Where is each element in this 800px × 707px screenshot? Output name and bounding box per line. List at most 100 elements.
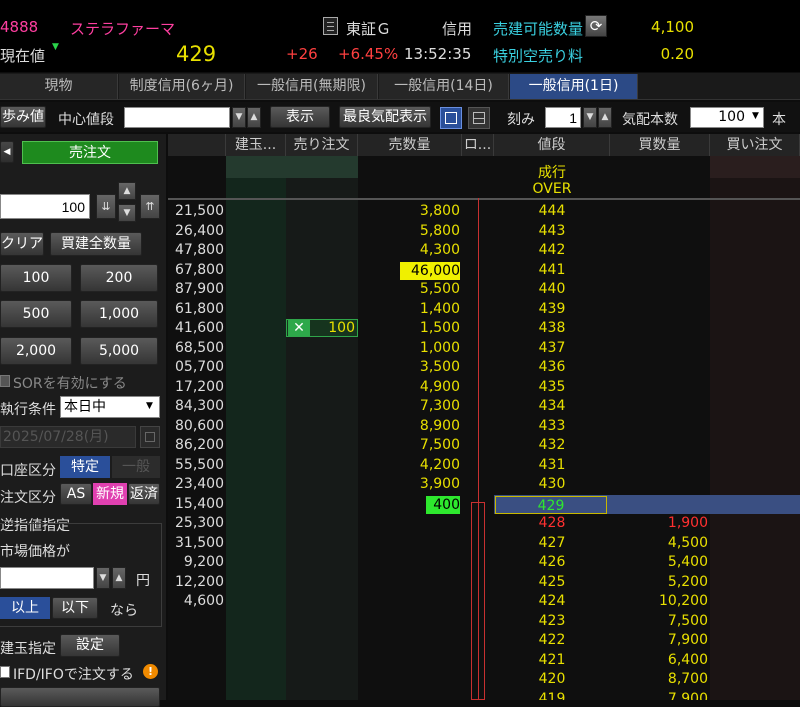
bid-row[interactable]: 25,300 428 1,900 <box>168 514 800 534</box>
ask-row[interactable]: 26,400 5,800 443 <box>168 222 800 242</box>
ask-row[interactable]: 80,600 8,900 433 <box>168 417 800 437</box>
price-cell: 430 <box>538 476 566 492</box>
tab-genbutsu[interactable]: 現物 <box>0 74 118 99</box>
bid-row[interactable]: 421 6,400 <box>168 651 800 671</box>
market-price-label: 市場価格が <box>0 544 70 560</box>
tab-ippan-1d[interactable]: 一般信用(1日) <box>510 74 638 99</box>
chevron-down-icon[interactable]: ▼ <box>583 107 597 128</box>
bid-row[interactable]: 422 7,900 <box>168 631 800 651</box>
account-ippan-button[interactable]: 一般 <box>112 456 160 478</box>
order-new-button[interactable]: 新規 <box>93 483 127 505</box>
ask-row[interactable]: 67,800 46,000 441 <box>168 261 800 281</box>
ask-row[interactable]: 23,400 3,900 430 <box>168 475 800 495</box>
col-header-price: 値段 <box>494 134 610 156</box>
ask-row[interactable]: 47,800 4,300 442 <box>168 241 800 261</box>
tick-input[interactable] <box>545 107 581 128</box>
buy-all-qty-button[interactable]: 買建全数量 <box>50 232 142 256</box>
ask-row[interactable]: 21,500 3,800 444 <box>168 202 800 222</box>
exec-condition-select[interactable]: 本日中 <box>60 396 160 418</box>
qty-200-button[interactable]: 200 <box>80 264 158 292</box>
bid-row[interactable]: 423 7,500 <box>168 612 800 632</box>
chevron-up-icon[interactable]: ▲ <box>118 182 136 200</box>
ask-row[interactable]: 15,400 400 429 <box>168 494 800 514</box>
ask-row[interactable]: 41,600 ✕ 100 1,500 438 <box>168 319 800 339</box>
tab-ippan-unlimited[interactable]: 一般信用(無期限) <box>246 74 378 99</box>
order-close-button[interactable]: 返済 <box>128 483 160 505</box>
ask-row[interactable]: 05,700 3,500 436 <box>168 358 800 378</box>
price-time: 13:52:35 <box>404 45 472 63</box>
ifd-checkbox[interactable] <box>0 666 10 678</box>
bid-row[interactable]: 420 8,700 <box>168 670 800 690</box>
clear-button[interactable]: クリア <box>0 232 44 256</box>
step-value-button[interactable]: 歩み値 <box>0 106 46 128</box>
price-cell: 438 <box>538 320 566 336</box>
qty-100-button[interactable]: 100 <box>0 264 72 292</box>
position-cell <box>168 612 224 632</box>
double-down-icon[interactable]: ⇊ <box>96 194 116 219</box>
best-quote-button[interactable]: 最良気配表示 <box>339 106 431 128</box>
center-price-input[interactable] <box>124 107 230 128</box>
bid-row[interactable]: 9,200 426 5,400 <box>168 553 800 573</box>
chevron-up-icon[interactable]: ▲ <box>112 567 126 589</box>
chevron-up-icon[interactable]: ▲ <box>247 107 261 128</box>
stock-name[interactable]: ステラファーマ <box>70 18 175 39</box>
date-select[interactable]: 2025/07/28(月) <box>0 426 136 448</box>
bid-row[interactable]: 31,500 427 4,500 <box>168 534 800 554</box>
sor-label: SORを有効にする <box>13 376 127 392</box>
buy-qty-cell: 8,700 <box>667 671 708 687</box>
tab-seido-6m[interactable]: 制度信用(6ヶ月) <box>119 74 245 99</box>
ask-row[interactable]: 55,500 4,200 431 <box>168 456 800 476</box>
chevron-up-icon[interactable]: ▲ <box>598 107 612 128</box>
price-change: +26 <box>286 45 318 63</box>
ask-row[interactable]: 17,200 4,900 435 <box>168 378 800 398</box>
display-button[interactable]: 表示 <box>270 106 330 128</box>
qty-500-button[interactable]: 500 <box>0 300 72 328</box>
double-up-icon[interactable]: ⇈ <box>140 194 160 219</box>
split-view-icon[interactable] <box>468 107 490 129</box>
above-button[interactable]: 以上 <box>0 597 50 619</box>
quantity-input[interactable] <box>0 194 90 219</box>
over-separator <box>168 198 800 200</box>
bid-row[interactable]: 12,200 425 5,200 <box>168 573 800 593</box>
setting-button[interactable]: 設定 <box>60 634 120 657</box>
position-cell: 26,400 <box>175 222 224 239</box>
price-cell: 425 <box>538 573 566 590</box>
single-view-icon[interactable] <box>440 107 462 129</box>
refresh-icon[interactable]: ⟳ <box>585 15 607 37</box>
chevron-down-icon[interactable]: ▼ <box>118 204 136 222</box>
sell-order-button[interactable]: 売注文 <box>22 141 158 164</box>
sor-checkbox[interactable] <box>0 375 10 387</box>
cancel-icon: ✕ <box>288 320 310 336</box>
stock-header: 4888 ステラファーマ 現在値 ▼ 429 +26 +6.45% 13:52:… <box>0 0 800 72</box>
price-cell: 426 <box>538 554 566 570</box>
qty-5000-button[interactable]: 5,000 <box>80 337 158 365</box>
bid-row[interactable]: 419 7,900 <box>168 690 800 701</box>
tick-label: 刻み <box>507 112 535 128</box>
chevron-down-icon[interactable]: ▼ <box>232 107 246 128</box>
order-as-button[interactable]: AS <box>60 483 92 505</box>
order-book: 建玉... 売り注文 売数量 ロ... 値段 買数量 買い注文 成行 OVER … <box>168 134 800 700</box>
ask-row[interactable]: 86,200 7,500 432 <box>168 436 800 456</box>
tab-ippan-14d[interactable]: 一般信用(14日) <box>379 74 509 99</box>
price-cell: 431 <box>538 456 566 473</box>
sell-qty-cell: 8,900 <box>419 417 460 434</box>
bid-row[interactable]: 4,600 424 10,200 <box>168 592 800 612</box>
confirm-button[interactable] <box>0 687 160 707</box>
chevron-down-icon[interactable]: ▼ <box>96 567 110 589</box>
ask-row[interactable]: 61,800 1,400 439 <box>168 300 800 320</box>
position-cell: 31,500 <box>175 534 224 551</box>
stop-price-input[interactable] <box>0 567 94 589</box>
ask-row[interactable]: 68,500 1,000 437 <box>168 339 800 359</box>
collapse-icon[interactable]: ◀ <box>0 141 14 163</box>
qty-1000-button[interactable]: 1,000 <box>80 300 158 328</box>
ask-row[interactable]: 87,900 5,500 440 <box>168 280 800 300</box>
stock-code: 4888 <box>0 18 39 36</box>
sell-qty-cell: 4,300 <box>419 242 460 258</box>
qty-2000-button[interactable]: 2,000 <box>0 337 72 365</box>
price-cell: 419 <box>538 690 566 701</box>
account-tokutei-button[interactable]: 特定 <box>60 456 110 478</box>
calendar-icon[interactable] <box>140 426 160 448</box>
ask-row[interactable]: 84,300 7,300 434 <box>168 397 800 417</box>
below-button[interactable]: 以下 <box>52 597 98 619</box>
buy-qty-cell: 5,400 <box>667 554 708 570</box>
